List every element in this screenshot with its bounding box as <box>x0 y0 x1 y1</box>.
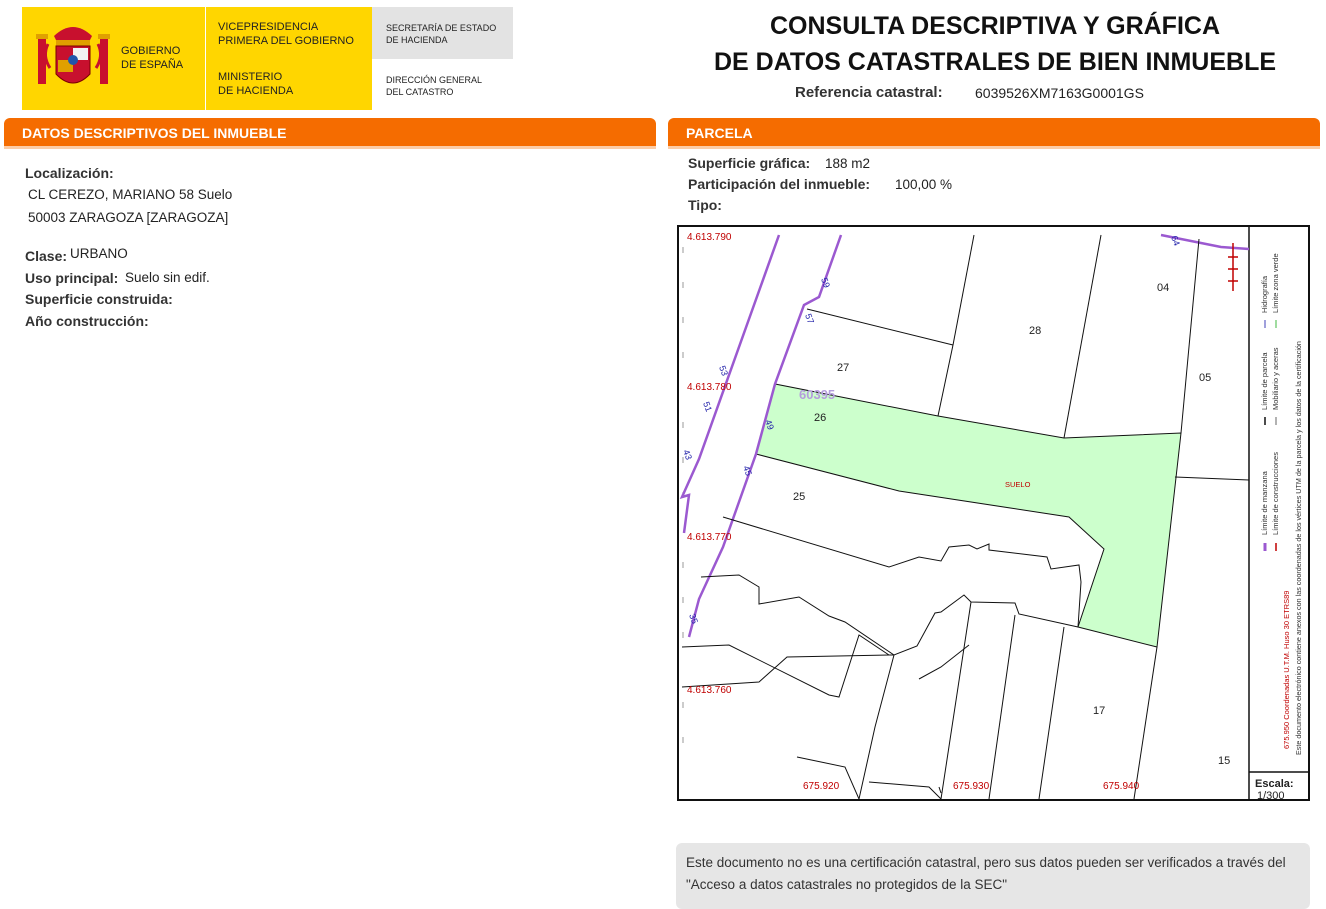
secretaria-text: SECRETARÍA DE ESTADO DE HACIENDA <box>386 22 496 46</box>
logo-divider <box>205 7 206 110</box>
ministerio-text: MINISTERIO DE HACIENDA <box>218 70 293 98</box>
parcel-number: 28 <box>1029 325 1041 337</box>
participacion-value: 100,00 % <box>895 177 953 192</box>
ref-value: 6039526XM7163G0001GS <box>975 85 1144 101</box>
localizacion-label: Localización: <box>25 165 114 181</box>
parcela-header-underline <box>668 146 1320 149</box>
verification-notice: Este documento no es una certificación c… <box>676 843 1310 909</box>
street-number: 45 <box>741 464 754 477</box>
ministerio-line2: DE HACIENDA <box>218 85 294 97</box>
easting-label-2: 675.940 <box>1103 781 1140 792</box>
street-number: 51 <box>701 400 714 413</box>
street-number: 64 <box>1169 234 1182 247</box>
ref-label: Referencia catastral: <box>795 84 943 101</box>
legend-electronic-note: Este documento electrónico contiene anex… <box>1294 341 1303 755</box>
superficie-construida-label: Superficie construida: <box>25 291 173 307</box>
anio-construccion-label: Año construcción: <box>25 313 149 329</box>
descriptive-section-header: DATOS DESCRIPTIVOS DEL INMUEBLE <box>4 118 656 146</box>
superficie-grafica-label: Superficie gráfica: <box>688 155 811 171</box>
northing-label-0: 4.613.790 <box>687 232 732 243</box>
gobierno-line2: DE ESPAÑA <box>121 59 184 71</box>
vice-line1: VICEPRESIDENCIA <box>218 21 319 33</box>
secretaria-line2: DE HACIENDA <box>386 35 448 45</box>
easting-label-1: 675.930 <box>953 781 990 792</box>
northing-label-1: 4.613.780 <box>687 382 732 393</box>
direccion-line1: DIRECCIÓN GENERAL <box>386 75 483 85</box>
legend-zona-verde: Límite zona verde <box>1271 253 1280 313</box>
hydro-mark <box>1228 243 1238 291</box>
parcel-number: 26 <box>814 412 826 424</box>
coat-of-arms-icon <box>36 27 110 84</box>
parcel-number: 15 <box>1218 755 1230 767</box>
street-number: 57 <box>803 312 816 325</box>
block-label: 60395 <box>799 387 835 402</box>
direccion-line2: DEL CATASTRO <box>386 87 454 97</box>
uso-label: Uso principal: <box>25 270 119 286</box>
title-line1: CONSULTA DESCRIPTIVA Y GRÁFICA <box>769 12 1221 40</box>
parcel-map-drawing: 4.613.790 4.613.780 4.613.770 4.613.760 … <box>679 227 1308 799</box>
localizacion-line2: 50003 ZARAGOZA [ZARAGOZA] <box>28 210 229 225</box>
parcela-section-header: PARCELA <box>668 118 1320 146</box>
suelo-label: SUELO <box>1005 480 1031 489</box>
gobierno-text: GOBIERNO DE ESPAÑA <box>121 44 183 72</box>
clase-value: URBANO <box>70 246 128 261</box>
map-legend: Límite de manzana Límite de parcela Hidr… <box>1260 253 1303 755</box>
scale-value: 1/300 <box>1257 790 1285 799</box>
vice-line2: PRIMERA DEL GOBIERNO <box>218 35 354 47</box>
direccion-text: DIRECCIÓN GENERAL DEL CATASTRO <box>386 74 482 98</box>
legend-construcciones: Límite de construcciones <box>1271 452 1280 535</box>
legend-manzana: Límite de manzana <box>1260 470 1269 535</box>
localizacion-line1: CL CEREZO, MARIANO 58 Suelo <box>28 187 233 202</box>
parcel-number: 17 <box>1093 705 1105 717</box>
street-number: 59 <box>819 276 832 289</box>
gobierno-line1: GOBIERNO <box>121 45 181 57</box>
vicepresidencia-text: VICEPRESIDENCIA PRIMERA DEL GOBIERNO <box>218 20 354 48</box>
northing-label-3: 4.613.760 <box>687 685 732 696</box>
easting-label-0: 675.920 <box>803 781 840 792</box>
parcel-number: 04 <box>1157 282 1169 294</box>
clase-label: Clase: <box>25 248 68 264</box>
uso-value: Suelo sin edif. <box>125 270 210 285</box>
descriptive-header-underline <box>4 146 656 149</box>
northing-label-2: 4.613.770 <box>687 532 732 543</box>
page-title: CONSULTA DESCRIPTIVA Y GRÁFICA DE DATOS … <box>700 8 1290 80</box>
ministerio-line1: MINISTERIO <box>218 71 283 83</box>
parcel-number: 25 <box>793 491 805 503</box>
participacion-label: Participación del inmueble: <box>688 176 871 192</box>
parcel-number: 05 <box>1199 372 1211 384</box>
street-number: 35 <box>687 612 700 625</box>
secretaria-line1: SECRETARÍA DE ESTADO <box>386 23 497 33</box>
legend-utm-note: 675.950 Coordenadas U.T.M. Huso 30 ETRS8… <box>1282 591 1291 749</box>
superficie-grafica-value: 188 m2 <box>825 156 871 171</box>
parcel-map[interactable]: 4.613.790 4.613.780 4.613.770 4.613.760 … <box>677 225 1310 801</box>
legend-mobiliario: Mobiliario y aceras <box>1271 347 1280 410</box>
northing-labels: 4.613.790 4.613.780 4.613.770 4.613.760 <box>687 232 732 696</box>
legend-parcela: Límite de parcela <box>1260 352 1269 410</box>
legend-hidrografia: Hidrografía <box>1260 275 1269 313</box>
tipo-label: Tipo: <box>688 197 722 213</box>
title-line2: DE DATOS CATASTRALES DE BIEN INMUEBLE <box>713 48 1277 76</box>
parcel-number: 27 <box>837 362 849 374</box>
scale-label: Escala: <box>1255 778 1294 790</box>
